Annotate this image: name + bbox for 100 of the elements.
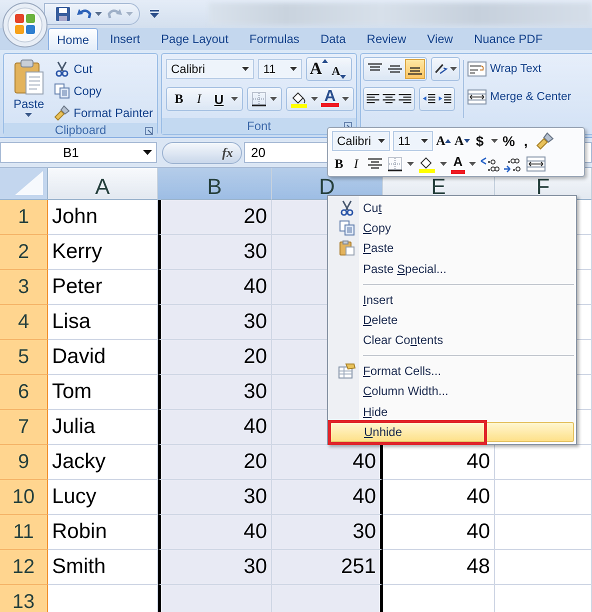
row-header[interactable]: 13 <box>0 585 48 612</box>
wrap-text-button[interactable]: Wrap Text <box>467 59 572 79</box>
menu-item[interactable]: Copy <box>330 218 574 238</box>
percent-button[interactable]: % <box>502 130 516 150</box>
group-label: Clipboard <box>54 123 106 137</box>
ribbon-tab[interactable]: Page Layout <box>152 28 238 50</box>
caret-icon[interactable] <box>311 97 318 101</box>
caret-icon[interactable] <box>342 97 349 101</box>
borders-icon[interactable] <box>251 91 267 107</box>
table-cell: 30 <box>158 375 272 410</box>
row-header[interactable]: 4 <box>0 305 48 340</box>
comma-button[interactable]: , <box>518 130 533 150</box>
up-triangle-icon <box>445 138 452 142</box>
table-cell: 40 <box>272 480 383 515</box>
vertical-align-button[interactable] <box>405 59 425 79</box>
menu-item[interactable]: Cut <box>330 198 574 218</box>
row-header[interactable]: 10 <box>0 480 48 515</box>
borders-icon[interactable] <box>387 156 403 172</box>
merge-cells-icon <box>467 89 487 105</box>
bold-button[interactable]: B <box>170 89 188 109</box>
menu-item[interactable]: Column Width... <box>330 381 574 402</box>
menu-item[interactable]: Paste Special... <box>330 258 574 279</box>
ribbon-tab[interactable]: Review <box>358 28 416 50</box>
ribbon-tab[interactable]: View <box>418 28 462 50</box>
name-box[interactable]: B1 <box>0 142 157 163</box>
table-cell: 40 <box>272 445 383 480</box>
table-cell: 30 <box>158 480 272 515</box>
table-cell: 30 <box>272 515 383 550</box>
table-cell: 251 <box>272 550 383 585</box>
table-cell: 40 <box>158 270 272 305</box>
group-label: Font <box>246 119 271 133</box>
paste-button[interactable]: Paste <box>8 57 50 123</box>
table-cell: 30 <box>158 235 272 270</box>
ribbon-tab[interactable]: Home <box>48 28 98 50</box>
italic-button[interactable]: I <box>190 89 208 109</box>
clipboard-command[interactable]: Copy <box>54 81 153 101</box>
ribbon-tab[interactable]: Formulas <box>240 28 308 50</box>
row-header[interactable]: 11 <box>0 515 48 550</box>
caret-icon[interactable] <box>270 97 277 101</box>
table-cell: 20 <box>158 200 272 235</box>
merge-center-button[interactable]: Merge & Center <box>467 87 572 107</box>
grow-font-button[interactable]: A <box>436 130 452 150</box>
triangle-icon <box>15 171 43 195</box>
orientation-icon[interactable] <box>433 61 449 77</box>
menu-item[interactable]: Format Cells... <box>330 361 574 382</box>
menu-item[interactable]: Paste <box>330 238 574 259</box>
menu-item[interactable]: Insert <box>330 290 574 310</box>
caret-icon[interactable] <box>95 12 102 16</box>
fill-color-icon[interactable] <box>418 154 436 172</box>
column-header[interactable]: B <box>158 168 272 200</box>
menu-item[interactable]: Hide <box>330 402 574 422</box>
font-name-dropdown[interactable]: Calibri <box>166 59 254 79</box>
table-cell: 20 <box>158 445 272 480</box>
ribbon-tab[interactable]: Nuance PDF <box>464 28 552 50</box>
table-cell: 40 <box>383 445 495 480</box>
caret-icon <box>242 67 250 71</box>
shrink-font-button[interactable]: A <box>330 59 348 79</box>
menu-item[interactable]: Clear Contents <box>330 330 574 350</box>
currency-button[interactable]: $ <box>472 130 487 150</box>
font-size-dropdown[interactable]: 11 <box>258 59 302 79</box>
table-cell: 40 <box>383 480 495 515</box>
font-color-button[interactable]: A <box>321 91 339 107</box>
copy-icon <box>338 220 354 236</box>
row-header[interactable]: 1 <box>0 200 48 235</box>
shrink-font-button[interactable]: A <box>454 130 470 150</box>
paintbrush-icon <box>54 105 70 121</box>
fill-color-icon[interactable] <box>290 90 308 108</box>
row-header[interactable]: 2 <box>0 235 48 270</box>
dialog-launcher-icon[interactable] <box>145 127 153 135</box>
row-header[interactable]: 7 <box>0 410 48 445</box>
clipboard-command[interactable]: Format Painter <box>54 103 153 123</box>
menu-item[interactable]: Unhide <box>330 422 574 442</box>
down-triangle-icon <box>340 75 346 79</box>
font-name-dropdown[interactable]: Calibri <box>332 130 390 150</box>
caret-icon[interactable] <box>450 67 457 71</box>
down-triangle-icon <box>464 138 470 142</box>
row-header[interactable]: 12 <box>0 550 48 585</box>
row-header[interactable]: 5 <box>0 340 48 375</box>
row-header[interactable]: 6 <box>0 375 48 410</box>
font-size-dropdown[interactable]: 11 <box>393 130 433 150</box>
scissors-icon <box>338 200 354 216</box>
increase-decimal-icon[interactable] <box>480 154 500 172</box>
underline-button[interactable]: U <box>210 89 228 109</box>
row-header[interactable]: 9 <box>0 445 48 480</box>
formula-bar-handle[interactable]: fx <box>162 142 242 164</box>
save-icon[interactable] <box>55 6 71 22</box>
ribbon-tab[interactable]: Data <box>311 28 355 50</box>
column-header[interactable]: A <box>48 168 158 200</box>
clipboard-command[interactable]: Cut <box>54 59 153 79</box>
caret-icon[interactable] <box>231 97 238 101</box>
ribbon-tab[interactable]: Insert <box>101 28 150 50</box>
font-color-button[interactable]: A <box>451 154 465 174</box>
align-center-icon[interactable] <box>366 156 384 172</box>
grow-font-button[interactable]: A <box>310 59 328 79</box>
row-header[interactable]: 3 <box>0 270 48 305</box>
customize-icon[interactable] <box>150 10 159 18</box>
menu-item[interactable]: Delete <box>330 310 574 330</box>
format-cells-icon <box>338 363 356 380</box>
merge-cells-icon[interactable] <box>526 156 546 172</box>
paintbrush-icon[interactable] <box>536 132 554 150</box>
